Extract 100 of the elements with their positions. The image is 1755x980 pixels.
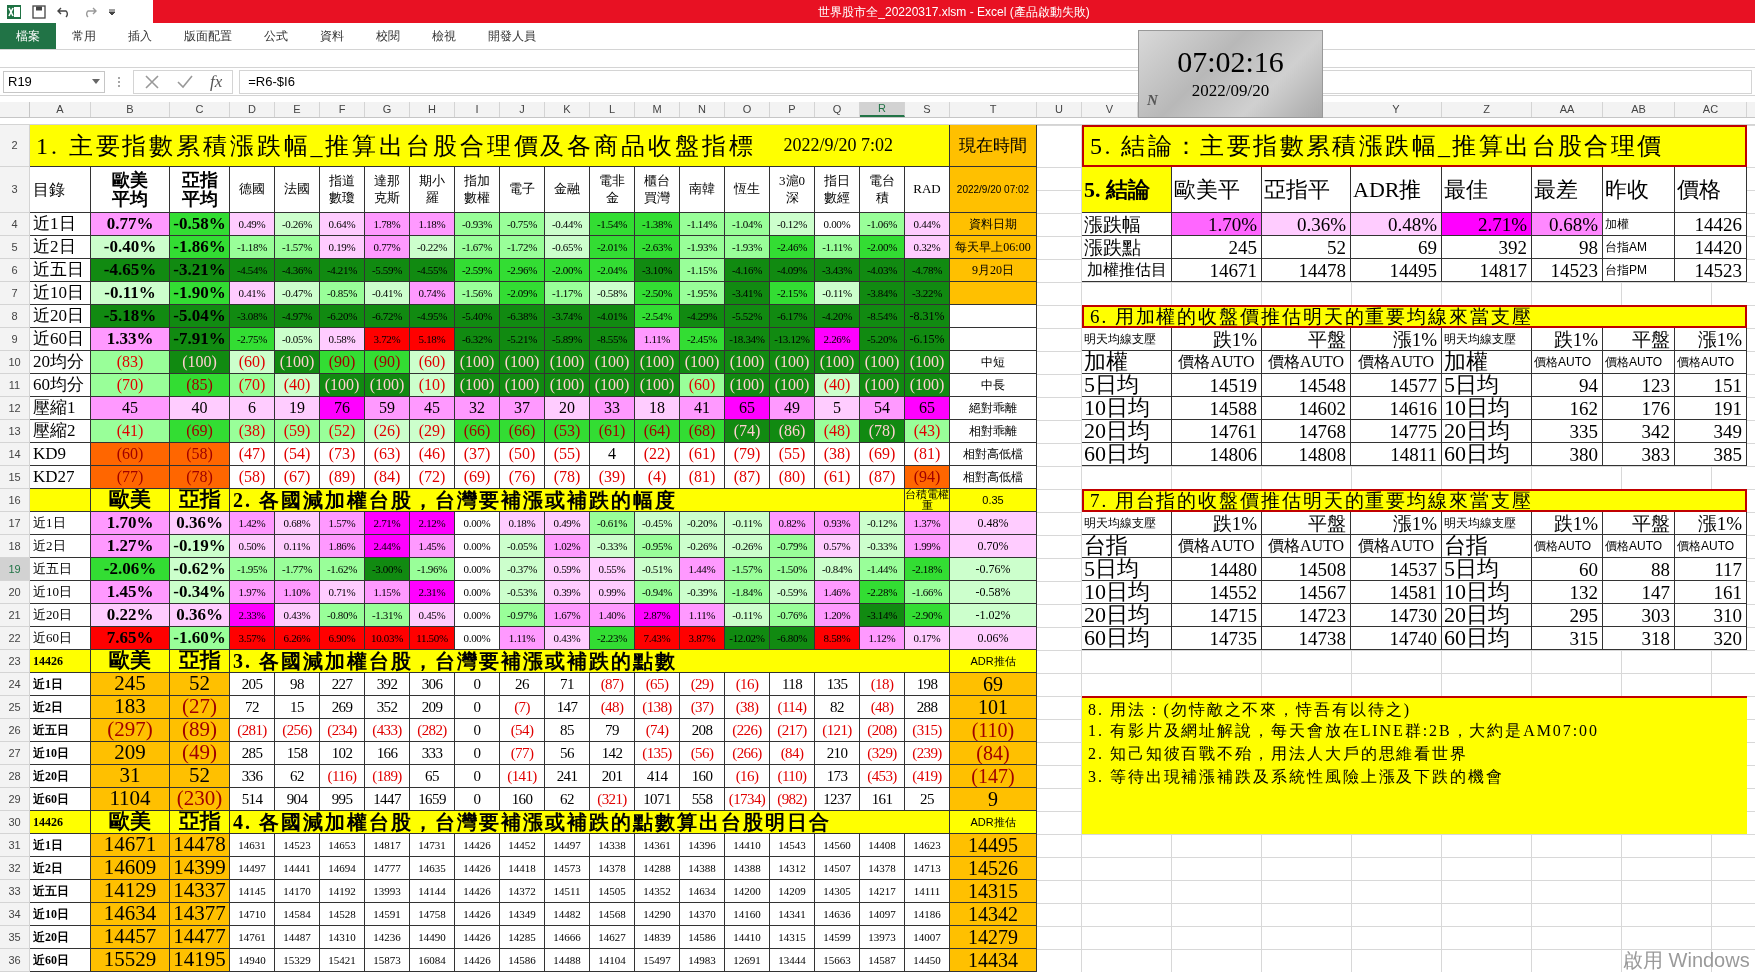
row-header[interactable]: 18 <box>0 535 30 558</box>
column-header[interactable]: AA <box>1532 102 1603 117</box>
table-cell: -6.32% <box>455 328 500 351</box>
ribbon-tab[interactable]: 檢視 <box>416 23 472 49</box>
column-header[interactable]: R <box>860 102 905 117</box>
row-header[interactable]: 9 <box>0 328 30 351</box>
row-header[interactable]: 14 <box>0 443 30 466</box>
row-header[interactable]: 31 <box>0 834 30 857</box>
column-header[interactable]: K <box>545 102 590 117</box>
column-header[interactable]: P <box>770 102 815 117</box>
table-cell: -0.11% <box>725 604 770 627</box>
row-header[interactable]: 4 <box>0 213 30 236</box>
row-header[interactable]: 30 <box>0 811 30 834</box>
column-header[interactable]: A <box>30 102 91 117</box>
row-header[interactable]: 23 <box>0 650 30 673</box>
table-cell: 56 <box>545 742 590 765</box>
row-header[interactable]: 32 <box>0 857 30 880</box>
row-header[interactable]: 10 <box>0 351 30 374</box>
row-header[interactable]: 6 <box>0 259 30 282</box>
table-cell: 8.58% <box>815 627 860 650</box>
column-header[interactable]: M <box>635 102 680 117</box>
row-header[interactable]: 29 <box>0 788 30 811</box>
row-header[interactable]: 22 <box>0 627 30 650</box>
column-header[interactable]: AC <box>1675 102 1747 117</box>
table-cell: 最差 <box>1532 167 1603 213</box>
table-cell: (100) <box>725 351 770 374</box>
row-header[interactable]: 20 <box>0 581 30 604</box>
column-header[interactable]: T <box>950 102 1037 117</box>
insert-function-button[interactable]: fx <box>210 68 223 95</box>
ribbon-tab[interactable]: 檔案 <box>0 23 56 49</box>
row-header[interactable]: 13 <box>0 420 30 443</box>
table-cell: (79) <box>725 443 770 466</box>
table-cell: 26 <box>500 673 545 696</box>
ribbon-tab[interactable]: 校閱 <box>360 23 416 49</box>
row-header[interactable]: 36 <box>0 949 30 972</box>
ribbon-tab[interactable]: 常用 <box>56 23 112 49</box>
row-header[interactable]: 2 <box>0 125 30 167</box>
row-header[interactable]: 24 <box>0 673 30 696</box>
table-cell: 14761 <box>230 926 275 949</box>
column-header[interactable]: J <box>500 102 545 117</box>
table-cell: (100) <box>770 374 815 397</box>
column-header[interactable]: C <box>170 102 230 117</box>
table-cell: 14488 <box>545 949 590 972</box>
save-icon <box>32 4 46 19</box>
ribbon-tab[interactable]: 開發人員 <box>472 23 552 49</box>
row-header[interactable]: 15 <box>0 466 30 489</box>
column-header[interactable]: F <box>320 102 365 117</box>
column-header[interactable]: L <box>590 102 635 117</box>
table-cell: 13993 <box>365 880 410 903</box>
row-header[interactable]: 27 <box>0 742 30 765</box>
column-header[interactable]: AB <box>1603 102 1675 117</box>
table-cell: 49 <box>770 397 815 420</box>
row-header[interactable]: 12 <box>0 397 30 420</box>
table-cell: 跌1% <box>1172 328 1262 351</box>
row-header[interactable]: 33 <box>0 880 30 903</box>
table-cell: 0.00% <box>455 535 500 558</box>
row-header[interactable]: 8 <box>0 305 30 328</box>
row-header[interactable]: 19 <box>0 558 30 581</box>
column-header[interactable]: B <box>91 102 170 117</box>
table-cell: (100) <box>815 351 860 374</box>
table-cell: 14490 <box>410 926 455 949</box>
ribbon-tab[interactable]: 版面配置 <box>168 23 248 49</box>
ribbon-tab[interactable]: 資料 <box>304 23 360 49</box>
row-header[interactable]: 11 <box>0 374 30 397</box>
column-header[interactable]: Z <box>1442 102 1532 117</box>
row-header[interactable]: 34 <box>0 903 30 926</box>
table-cell: 價格AUTO <box>1532 351 1603 374</box>
column-header[interactable]: D <box>230 102 275 117</box>
row-header[interactable]: 35 <box>0 926 30 949</box>
spreadsheet-icon <box>6 3 22 20</box>
row-header[interactable]: 5 <box>0 236 30 259</box>
table-cell: (81) <box>680 466 725 489</box>
table-cell: 14609 <box>91 857 170 880</box>
row-header[interactable]: 26 <box>0 719 30 742</box>
row-label: 20日均 <box>1082 420 1172 443</box>
table-cell: 14806 <box>1172 443 1262 466</box>
table-cell: -0.20% <box>680 512 725 535</box>
row-header[interactable]: 21 <box>0 604 30 627</box>
row-header[interactable]: 16 <box>0 489 30 512</box>
table-cell: (64) <box>635 420 680 443</box>
column-header[interactable]: G <box>365 102 410 117</box>
row-header[interactable]: 28 <box>0 765 30 788</box>
column-header[interactable]: N <box>680 102 725 117</box>
table-cell: 0 <box>455 742 500 765</box>
row-header[interactable]: 25 <box>0 696 30 719</box>
column-header[interactable]: S <box>905 102 950 117</box>
column-header[interactable]: Y <box>1351 102 1442 117</box>
column-header[interactable]: E <box>275 102 320 117</box>
ribbon-tab[interactable]: 插入 <box>112 23 168 49</box>
column-header[interactable]: I <box>455 102 500 117</box>
row-header[interactable]: 3 <box>0 167 30 213</box>
name-box[interactable]: R19 <box>3 70 105 93</box>
column-header[interactable]: H <box>410 102 455 117</box>
row-header[interactable]: 7 <box>0 282 30 305</box>
column-header[interactable]: U <box>1037 102 1082 117</box>
ribbon-tab[interactable]: 公式 <box>248 23 304 49</box>
table-cell: 14209 <box>770 880 815 903</box>
column-header[interactable]: O <box>725 102 770 117</box>
row-header[interactable]: 17 <box>0 512 30 535</box>
table-cell: -0.40% <box>91 236 170 259</box>
